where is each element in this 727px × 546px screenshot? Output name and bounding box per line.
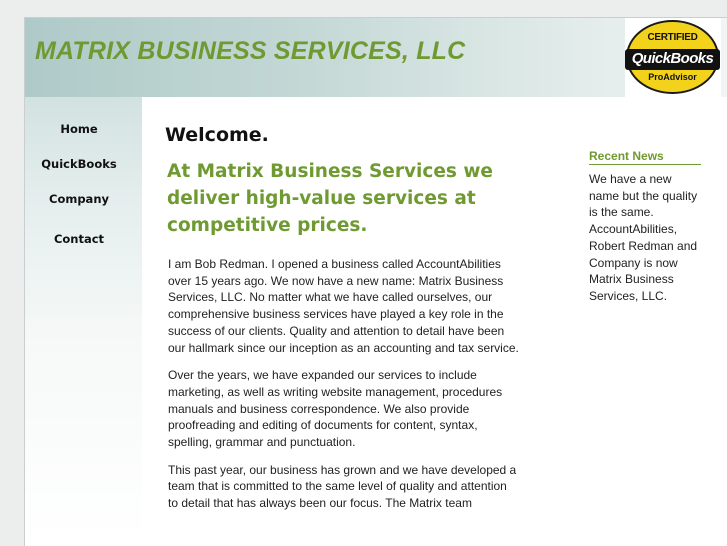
team-paragraph: This past year, our business has grown a…	[168, 462, 517, 511]
tagline: At Matrix Business Services we deliver h…	[167, 161, 493, 236]
recent-news-heading: Recent News	[589, 149, 701, 165]
quickbooks-proadvisor-logo: CERTIFIED QuickBooks ProAdvisor	[625, 18, 721, 97]
intro-paragraph: I am Bob Redman. I opened a business cal…	[168, 257, 519, 355]
services-paragraph: Over the years, we have expanded our ser…	[168, 368, 503, 450]
badge-quickbooks-text: QuickBooks	[631, 50, 714, 67]
page-heading: Welcome.	[165, 124, 269, 146]
nav-company[interactable]: Company	[25, 192, 133, 206]
main-content: Welcome. At Matrix Business Services we …	[165, 124, 545, 512]
nav-quickbooks[interactable]: QuickBooks	[25, 157, 133, 171]
badge-certified-text: CERTIFIED	[647, 32, 698, 43]
site-header: MATRIX BUSINESS SERVICES, LLC CERTIFIED …	[25, 18, 727, 97]
nav-home[interactable]: Home	[25, 122, 133, 136]
nav-contact[interactable]: Contact	[25, 232, 133, 246]
recent-news-panel: Recent News We have a new name but the q…	[589, 149, 704, 305]
badge-proadvisor-text: ProAdvisor	[648, 72, 697, 82]
site-title: MATRIX BUSINESS SERVICES, LLC	[35, 37, 466, 65]
badge-circle: CERTIFIED QuickBooks ProAdvisor	[625, 20, 720, 94]
recent-news-body: We have a new name but the quality is th…	[589, 172, 698, 303]
page-frame: MATRIX BUSINESS SERVICES, LLC CERTIFIED …	[24, 17, 727, 546]
sidebar-nav: Home QuickBooks Company Contact	[25, 97, 142, 546]
